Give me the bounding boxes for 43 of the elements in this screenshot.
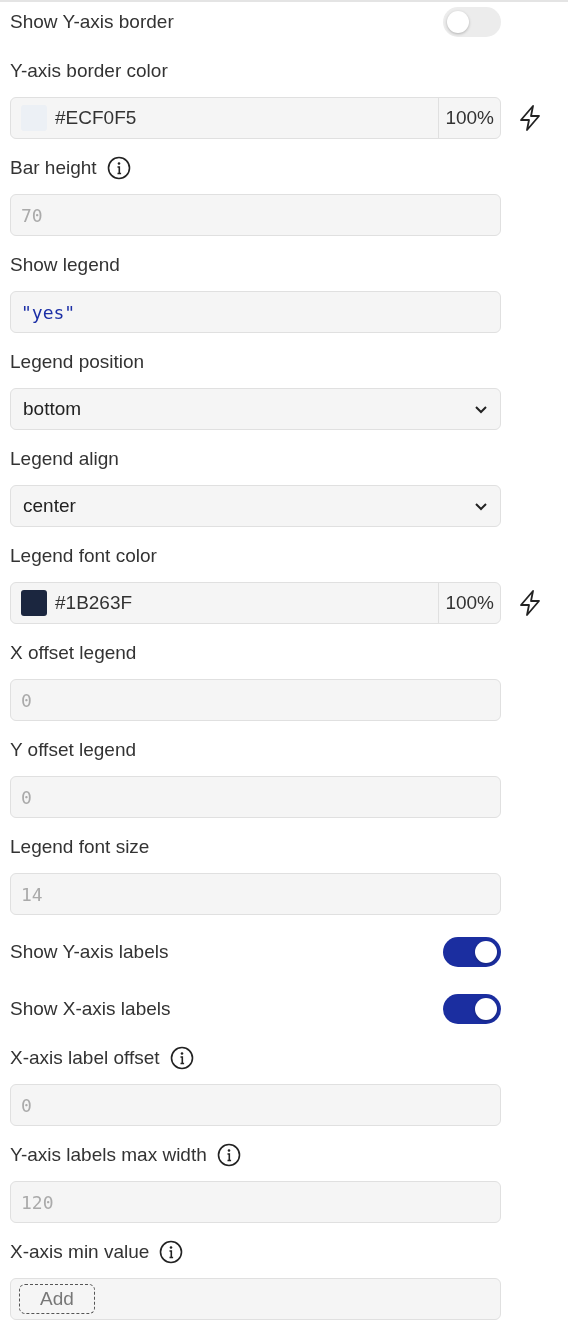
opacity-value: 100% [438,583,500,623]
setting-label: X-axis min value [10,1240,150,1264]
info-icon[interactable] [169,1046,194,1070]
lightning-icon[interactable] [518,589,542,617]
setting-label: Show Y-axis border [10,9,174,34]
info-icon[interactable] [216,1143,241,1167]
chevron-down-icon [474,404,488,414]
info-icon[interactable] [106,156,131,180]
setting-label: Legend position [10,350,145,374]
setting-label: Show Y-axis labels [10,939,169,964]
setting-label: Y-axis labels max width [10,1143,207,1167]
color-value: #1B263F [55,590,134,615]
color-field[interactable]: #ECF0F5 100% [10,97,501,139]
select-dropdown[interactable]: bottom [10,388,501,430]
setting-label: Show X-axis labels [10,996,171,1021]
info-icon[interactable] [159,1240,184,1264]
lightning-icon[interactable] [518,104,542,132]
color-field[interactable]: #1B263F 100% [10,582,501,624]
chevron-down-icon [474,501,488,511]
setting-label: Bar height [10,156,97,180]
setting-label: Legend font size [10,835,150,859]
setting-label: Show legend [10,253,120,277]
setting-label: Y offset legend [10,738,137,762]
color-swatch[interactable] [21,590,47,616]
setting-label: X offset legend [10,641,137,665]
setting-label: Y-axis border color [10,59,168,83]
number-field[interactable]: 70 [10,194,501,236]
number-field[interactable]: 0 [10,776,501,818]
setting-label: X-axis label offset [10,1046,160,1070]
toggle-switch[interactable] [443,937,501,967]
number-field[interactable]: 0 [10,1084,501,1126]
color-value: #ECF0F5 [55,105,138,130]
setting-label: Legend font color [10,544,157,568]
toggle-switch[interactable] [443,994,501,1024]
number-field[interactable]: 0 [10,679,501,721]
code-field[interactable]: "yes" [10,291,501,333]
opacity-value: 100% [438,98,500,138]
number-field[interactable]: 120 [10,1181,501,1223]
add-button[interactable]: Add [19,1284,95,1314]
number-field[interactable]: 14 [10,873,501,915]
select-dropdown[interactable]: center [10,485,501,527]
toggle-switch[interactable] [443,7,501,37]
setting-label: Legend align [10,447,119,471]
